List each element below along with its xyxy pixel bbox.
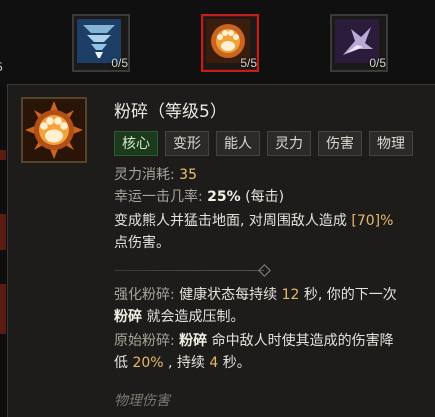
lucky-hit-label: 幸运一击几率:: [114, 189, 203, 205]
skill-icon-frame: [21, 97, 87, 163]
skill-tooltip: 粉碎（等级5） 核心 变形 能人 灵力 伤害 物理 灵力消耗: 35 幸运一击几…: [7, 84, 435, 417]
enhancement-number: 12: [281, 287, 300, 303]
primal-duration: 4: [209, 355, 219, 371]
primal-percent: 20%: [132, 355, 164, 371]
skill-rank: 5/5: [240, 56, 257, 70]
divider-ornament: [258, 264, 271, 277]
enhancement-text: 就会造成压制。: [146, 309, 245, 325]
damage-type-footer: 物理伤害: [114, 393, 170, 409]
bear-paw-icon: [23, 99, 85, 161]
cost-line: 灵力消耗: 35: [114, 165, 197, 185]
primal-line-1: 原始粉碎: 粉碎 命中敌人时使其造成的伤害降: [114, 331, 394, 351]
enhancement-text: 健康状态每持续: [179, 287, 278, 303]
description-text: 点伤害。: [114, 235, 170, 251]
lucky-hit-suffix: (每击): [245, 189, 285, 205]
lucky-hit-value: 25%: [207, 189, 241, 205]
tag-spirit: 灵力: [267, 131, 311, 156]
skill-slot-tornado[interactable]: 0/5: [72, 14, 130, 72]
primal-label: 原始粉碎:: [114, 333, 175, 349]
primal-text: , 持续: [168, 355, 205, 371]
tag-physical: 物理: [369, 131, 413, 156]
description-line-1: 变成熊人并猛击地面, 对周围敌人造成 [70]%: [114, 211, 393, 231]
lucky-hit-line: 幸运一击几率: 25% (每击): [114, 187, 284, 207]
skill-rank: 0/5: [369, 56, 386, 70]
description-line-2: 点伤害。: [114, 233, 170, 253]
partial-skill-rank: 5: [0, 60, 3, 74]
primal-text: 命中敌人时使其造成的伤害降: [211, 333, 394, 349]
background-fragment: [0, 284, 6, 334]
tag-damage: 伤害: [318, 131, 362, 156]
background-fragment: [0, 214, 6, 250]
cost-label: 灵力消耗:: [114, 167, 175, 183]
tag-core: 核心: [114, 131, 158, 156]
primal-line-2: 低 20% , 持续 4 秒。: [114, 353, 251, 373]
skill-title: 粉碎（等级5）: [114, 102, 227, 122]
skill-strip: 5 0/5 5/5 0/5: [0, 0, 435, 84]
skill-keyword: 粉碎: [114, 309, 142, 325]
primal-text: 低: [114, 355, 128, 371]
enhancement-label: 强化粉碎:: [114, 287, 175, 303]
tag-shapeshift: 变形: [165, 131, 209, 156]
enhancement-line-1: 强化粉碎: 健康状态每持续 12 秒, 你的下一次: [114, 285, 397, 305]
damage-percent: [70]%: [351, 213, 394, 229]
enhancement-text: 秒, 你的下一次: [303, 287, 397, 303]
skill-slot-wolf[interactable]: 0/5: [330, 14, 388, 72]
skill-keyword: 粉碎: [179, 333, 208, 349]
skill-rank: 0/5: [111, 56, 128, 70]
skill-slot-pulverize[interactable]: 5/5: [201, 14, 259, 72]
primal-text: 秒。: [222, 355, 251, 371]
divider: [114, 270, 264, 271]
description-text: 变成熊人并猛击地面, 对周围敌人造成: [114, 213, 347, 229]
cost-value: 35: [179, 167, 197, 183]
tag-werebear: 能人: [216, 131, 260, 156]
enhancement-line-2: 粉碎 就会造成压制。: [114, 307, 244, 327]
background-fragment: [0, 150, 6, 160]
